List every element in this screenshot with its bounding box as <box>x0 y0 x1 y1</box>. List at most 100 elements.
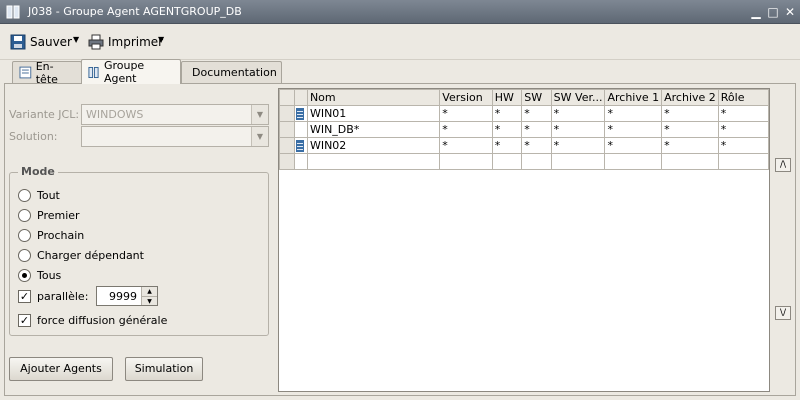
cell[interactable]: * <box>604 137 663 154</box>
row-icon-empty <box>294 153 308 170</box>
add-agents-button[interactable]: Ajouter Agents <box>9 357 113 381</box>
cell[interactable]: * <box>717 105 770 122</box>
mode-legend: Mode <box>18 165 58 178</box>
tab-en-tete[interactable]: En-tête <box>12 59 82 86</box>
cell[interactable]: WIN01 <box>306 105 441 122</box>
radio-tous[interactable]: Tous <box>18 267 61 283</box>
toolbar: Sauver ▼ Imprimer ▼ <box>0 24 800 60</box>
maximize-icon[interactable]: □ <box>765 4 781 20</box>
column-header[interactable]: Rôle <box>717 89 770 106</box>
cell[interactable]: * <box>550 137 606 154</box>
variante-select[interactable]: WINDOWS ▼ <box>81 104 269 125</box>
table-row[interactable] <box>278 153 770 170</box>
cell[interactable] <box>661 153 719 170</box>
spin-up-icon[interactable]: ▲ <box>141 287 157 296</box>
column-header[interactable]: Archive 1 <box>604 89 663 106</box>
cell[interactable] <box>439 153 493 170</box>
cell[interactable]: * <box>439 137 493 154</box>
column-header[interactable]: Version <box>439 89 493 106</box>
solution-select[interactable]: ▼ <box>81 126 269 147</box>
radio-selected-icon[interactable] <box>18 268 31 282</box>
cell[interactable]: * <box>661 105 719 122</box>
tab-documentation[interactable]: Documentation <box>181 61 282 83</box>
cell[interactable]: * <box>661 137 719 154</box>
cell[interactable]: * <box>661 121 719 138</box>
simulation-button[interactable]: Simulation <box>125 357 203 381</box>
row-selector[interactable] <box>278 153 296 170</box>
cell[interactable]: * <box>604 105 663 122</box>
row-selector[interactable] <box>278 121 296 138</box>
column-header[interactable]: Archive 2 <box>661 89 719 106</box>
title-bar: J038 - Groupe Agent AGENTGROUP_DB ▁ □ ✕ <box>0 0 800 24</box>
cell[interactable]: * <box>491 137 523 154</box>
spin-down-icon[interactable]: ▼ <box>141 296 157 305</box>
window-title: J038 - Groupe Agent AGENTGROUP_DB <box>28 5 242 18</box>
variante-value: WINDOWS <box>86 108 144 121</box>
table-row[interactable]: WIN02 * * * * * * * <box>278 137 770 154</box>
tab-en-tete-label: En-tête <box>35 59 58 86</box>
checkbox-checked-icon[interactable]: ✓ <box>18 289 31 303</box>
radio-icon[interactable] <box>18 208 31 222</box>
force-diffusion-checkbox[interactable]: ✓ force diffusion générale <box>18 312 167 328</box>
radio-tout[interactable]: Tout <box>18 187 60 203</box>
cell[interactable] <box>717 153 770 170</box>
force-diffusion-label: force diffusion générale <box>37 313 168 327</box>
radio-prochain[interactable]: Prochain <box>18 227 84 243</box>
column-header[interactable]: SW Ver... <box>550 89 606 106</box>
chevron-down-icon[interactable]: ▼ <box>251 105 268 124</box>
print-dropdown-icon[interactable]: ▼ <box>158 35 168 45</box>
radio-premier[interactable]: Premier <box>18 207 80 223</box>
agent-group-icon <box>88 66 99 78</box>
move-down-icon[interactable]: \/ <box>775 306 791 320</box>
header-doc-icon <box>19 66 32 79</box>
cell[interactable]: * <box>550 121 606 138</box>
cell[interactable]: * <box>491 121 523 138</box>
cell[interactable] <box>491 153 523 170</box>
cell[interactable]: * <box>439 105 493 122</box>
minimize-icon[interactable]: ▁ <box>748 4 764 20</box>
cell[interactable]: * <box>521 105 552 122</box>
save-button[interactable]: Sauver <box>10 32 72 52</box>
cell[interactable]: * <box>717 137 770 154</box>
save-label: Sauver <box>30 35 72 49</box>
cell[interactable]: * <box>521 137 552 154</box>
parallel-checkbox[interactable]: ✓ parallèle: <box>18 288 88 304</box>
move-up-icon[interactable]: /\ <box>775 158 791 172</box>
chevron-down-icon[interactable]: ▼ <box>251 127 268 146</box>
radio-icon[interactable] <box>18 248 31 262</box>
parallel-value[interactable]: 9999 <box>109 290 137 303</box>
save-dropdown-icon[interactable]: ▼ <box>73 35 83 45</box>
checkbox-checked-icon[interactable]: ✓ <box>18 313 31 327</box>
column-header[interactable]: Nom <box>306 89 441 106</box>
cell[interactable] <box>550 153 606 170</box>
table-row[interactable]: WIN01 * * * * * * * <box>278 105 770 122</box>
table-row[interactable]: WIN_DB* * * * * * * * <box>278 121 770 138</box>
column-header[interactable]: SW <box>521 89 552 106</box>
tab-groupe-agent[interactable]: Groupe Agent <box>81 59 181 85</box>
parallel-stepper[interactable]: 9999 ▲ ▼ <box>96 286 158 306</box>
cell[interactable]: * <box>550 105 606 122</box>
cell[interactable] <box>521 153 552 170</box>
cell[interactable]: WIN02 <box>306 137 441 154</box>
agents-grid[interactable]: Nom Version HW SW SW Ver... Archive 1 Ar… <box>278 88 770 392</box>
row-selector[interactable] <box>278 137 296 154</box>
radio-premier-label: Premier <box>37 208 80 222</box>
cell[interactable]: * <box>717 121 770 138</box>
cell[interactable]: * <box>604 121 663 138</box>
radio-prochain-label: Prochain <box>37 228 85 242</box>
print-button[interactable]: Imprimer <box>88 32 163 52</box>
cell[interactable] <box>306 153 441 170</box>
cell[interactable]: WIN_DB* <box>306 121 441 138</box>
row-selector[interactable] <box>278 105 296 122</box>
radio-icon[interactable] <box>18 188 31 202</box>
cell[interactable]: * <box>521 121 552 138</box>
cell[interactable]: * <box>439 121 493 138</box>
radio-charger-dependant[interactable]: Charger dépendant <box>18 247 144 263</box>
cell[interactable] <box>604 153 663 170</box>
close-icon[interactable]: ✕ <box>782 4 798 20</box>
radio-icon[interactable] <box>18 228 31 242</box>
cell[interactable]: * <box>491 105 523 122</box>
column-header[interactable]: HW <box>491 89 523 106</box>
printer-icon <box>88 34 104 50</box>
floppy-disk-icon <box>10 34 26 50</box>
